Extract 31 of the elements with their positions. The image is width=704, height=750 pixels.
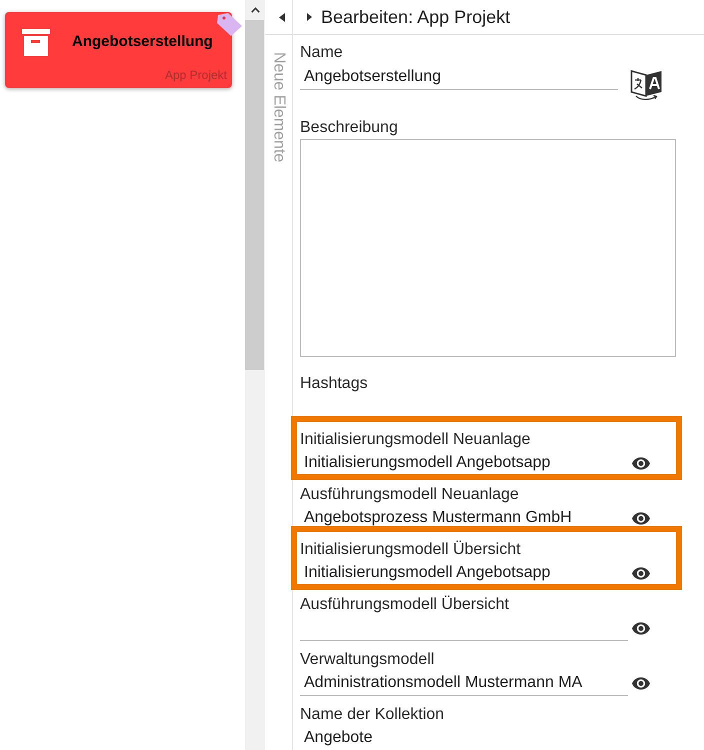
eye-icon[interactable] <box>632 677 650 690</box>
text-field[interactable]: Angebote <box>300 726 675 750</box>
caret-left-icon[interactable] <box>279 12 285 22</box>
name-field[interactable]: Angebotserstellung <box>300 64 618 90</box>
editor-title: Bearbeiten: App Projekt <box>321 6 510 29</box>
model-select-field[interactable]: Initialisierungsmodell Angebotsapp <box>300 561 628 586</box>
scrollbar-thumb[interactable] <box>245 20 264 370</box>
eye-icon[interactable] <box>632 622 650 635</box>
field-label: Hashtags <box>300 374 368 394</box>
chevron-up-icon[interactable] <box>250 7 260 13</box>
card-title: Angebotserstellung <box>72 32 213 52</box>
field-label: Name der Kollektion <box>300 705 444 725</box>
field-label: Initialisierungsmodell Neuanlage <box>300 430 530 450</box>
tag-icon <box>217 13 243 37</box>
model-select-field[interactable]: Angebotsprozess Mustermann GmbH <box>300 506 628 531</box>
eye-icon[interactable] <box>632 512 650 525</box>
eye-icon[interactable] <box>632 567 650 580</box>
field-label: Beschreibung <box>300 118 398 138</box>
field-label: Verwaltungsmodell <box>300 650 434 670</box>
card-subtitle: App Projekt <box>164 68 227 82</box>
eye-icon[interactable] <box>632 457 650 470</box>
archive-box-icon <box>22 28 50 56</box>
app-card[interactable]: Angebotserstellung App Projekt <box>5 12 232 88</box>
model-select-field[interactable]: Administrationsmodell Mustermann MA <box>300 671 628 696</box>
field-label: Initialisierungsmodell Übersicht <box>300 540 521 560</box>
caret-right-icon[interactable] <box>307 13 312 21</box>
field-label: Ausführungsmodell Übersicht <box>300 594 509 615</box>
description-field[interactable] <box>300 139 676 357</box>
field-label: Name <box>300 43 343 63</box>
model-select-field[interactable]: Initialisierungsmodell Angebotsapp <box>300 451 628 476</box>
field-label: Ausführungsmodell Neuanlage <box>300 485 519 505</box>
